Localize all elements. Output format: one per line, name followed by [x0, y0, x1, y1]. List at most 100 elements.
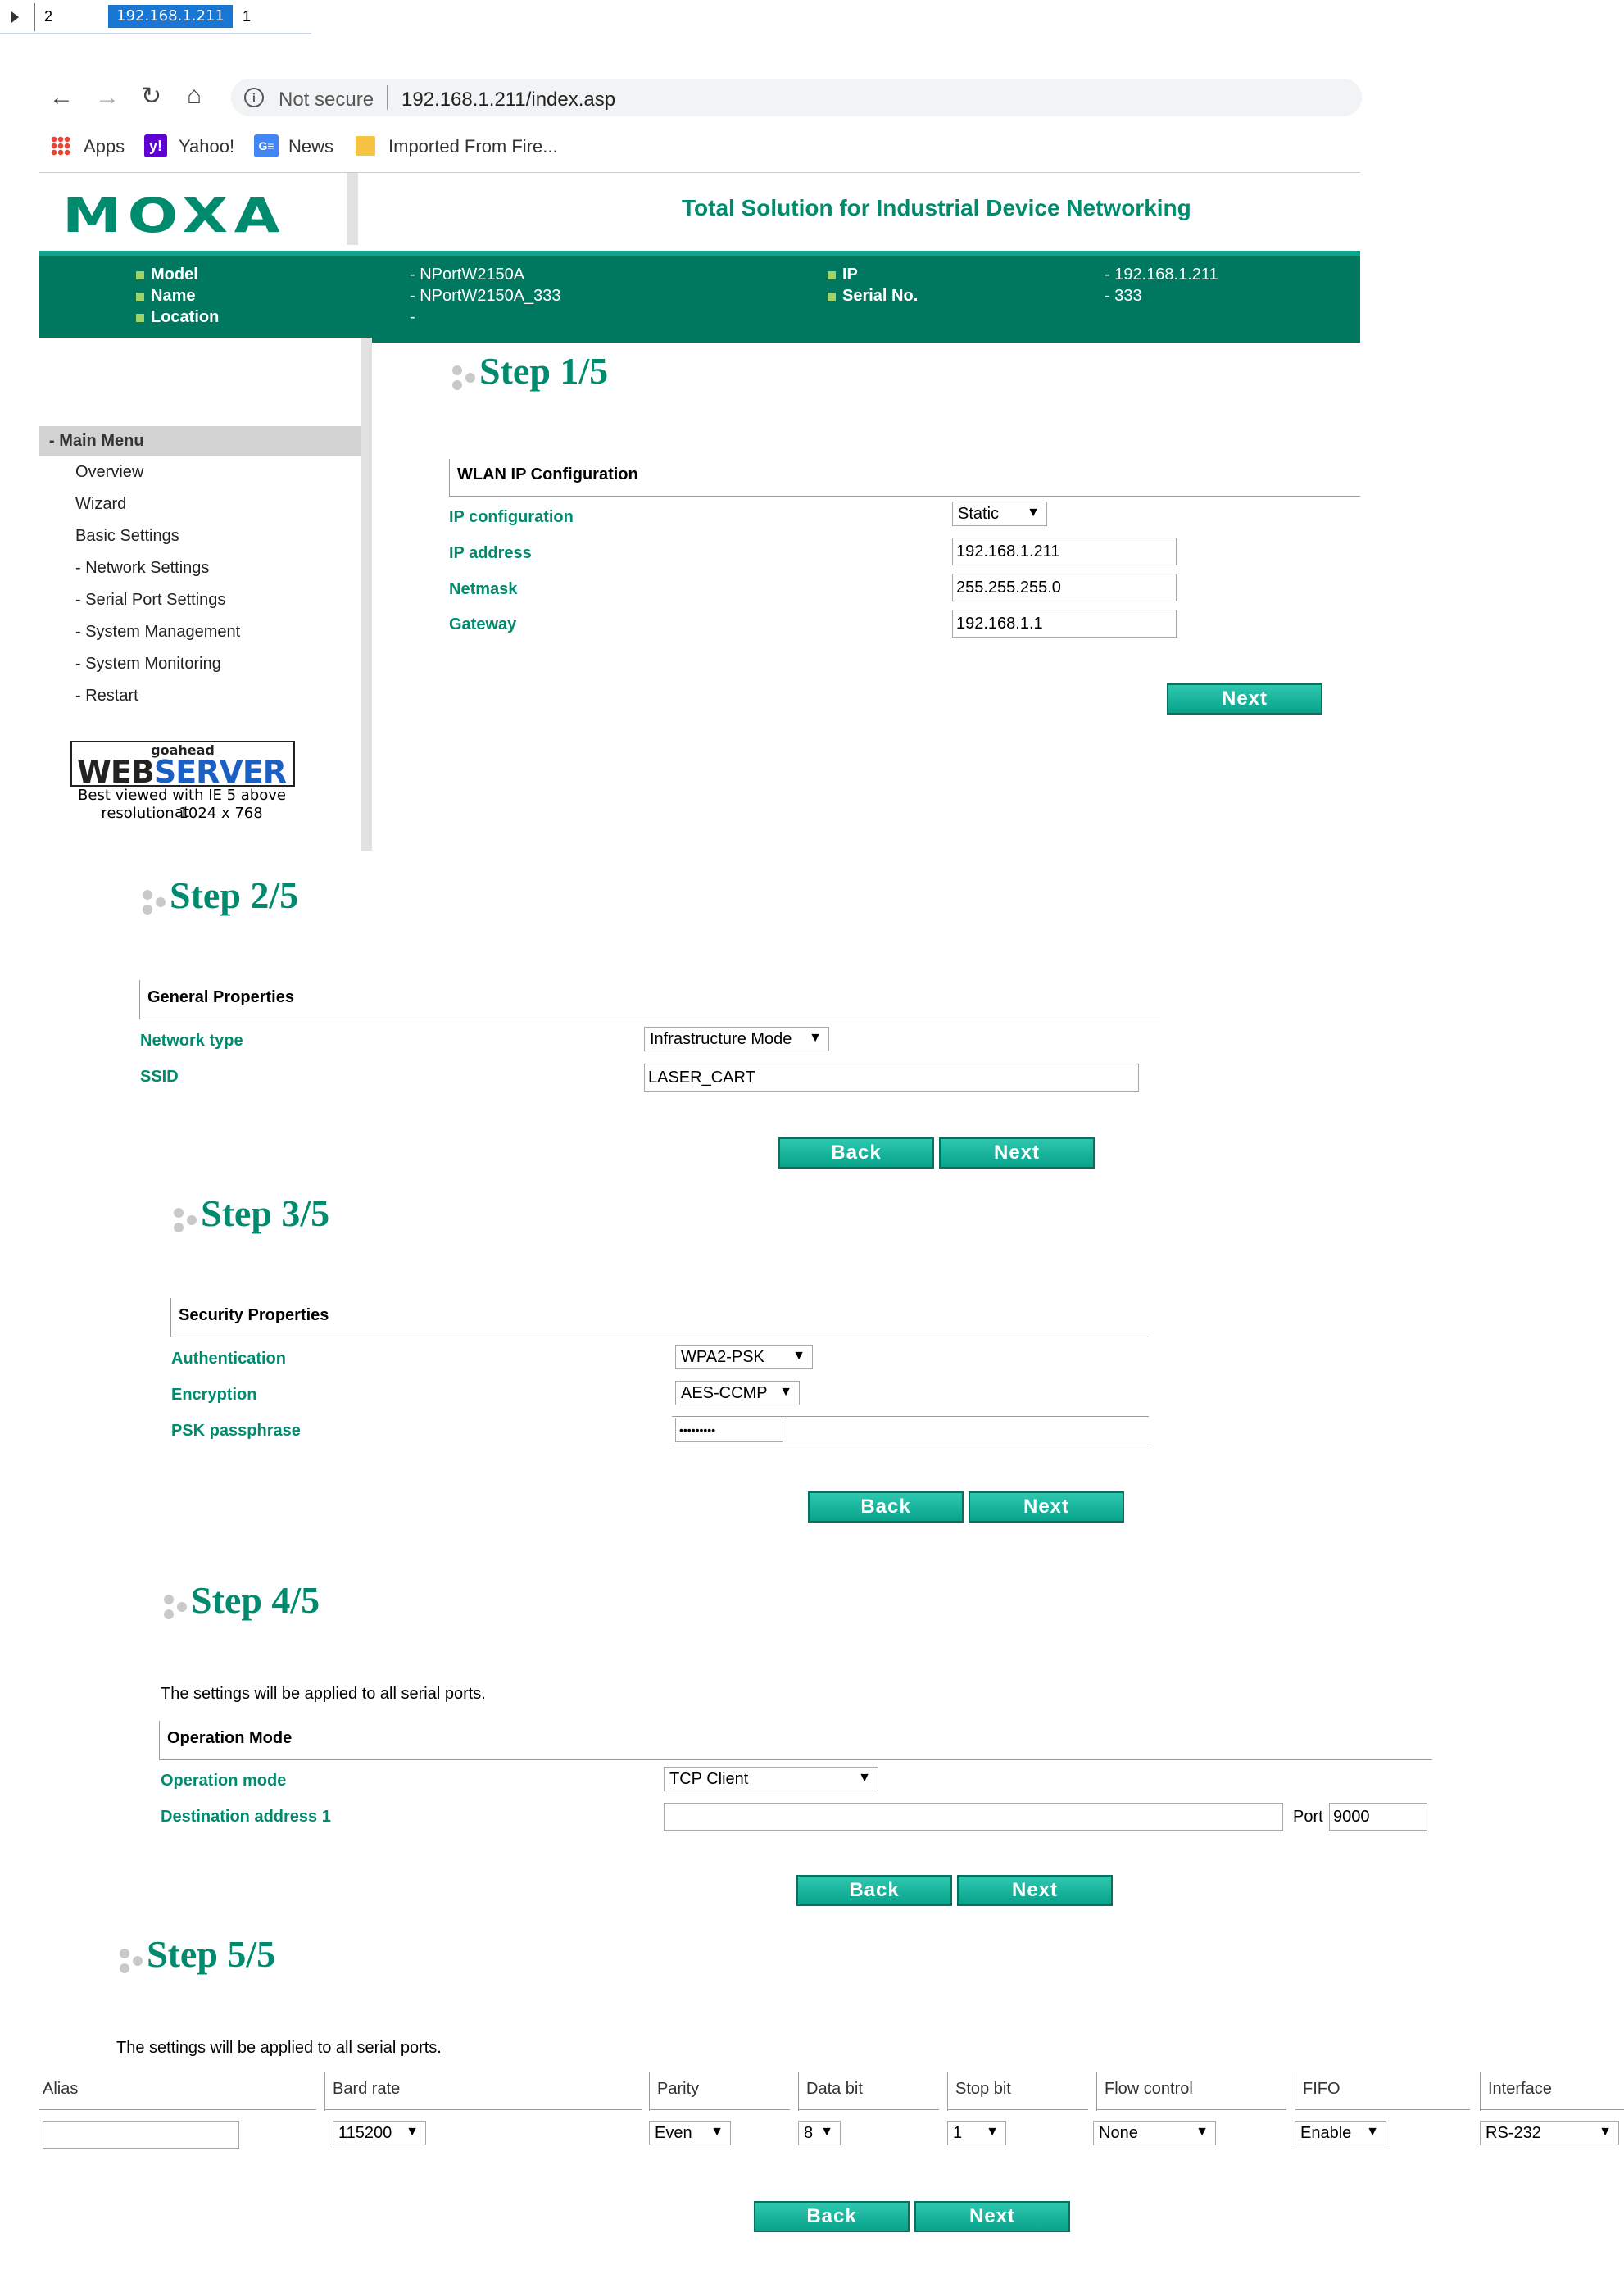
operation-mode-label: Operation mode [161, 1772, 287, 1790]
step3-back-button[interactable]: Back [808, 1491, 964, 1523]
col-left-rule [798, 2072, 799, 2111]
baud-rate-select[interactable]: 115200 ▼ [333, 2121, 426, 2145]
step1-section-title: WLAN IP Configuration [457, 465, 638, 483]
network-type-select[interactable]: Infrastructure Mode ▼ [644, 1027, 829, 1051]
step4-title: Step 4/5 [191, 1579, 320, 1621]
step4-next-button[interactable]: Next [957, 1875, 1113, 1906]
menu-item-wizard[interactable]: Wizard [75, 495, 126, 514]
col-header-parity: Parity [657, 2080, 700, 2098]
info-labels-left: Model Name Location [136, 264, 219, 328]
row-number-cell[interactable]: 2 [44, 8, 52, 25]
folder-icon[interactable] [356, 136, 375, 156]
ip-cell-selected[interactable]: 192.168.1.211 [108, 5, 233, 28]
chevron-down-icon: ▼ [986, 2125, 999, 2139]
step2-section-title: General Properties [147, 988, 294, 1006]
menu-item-overview[interactable]: Overview [75, 463, 143, 482]
menu-item-network-settings[interactable]: - Network Settings [75, 559, 209, 578]
row-indicator-icon[interactable] [11, 11, 19, 23]
col-rule [649, 2109, 790, 2110]
bookmark-yahoo[interactable]: Yahoo! [179, 136, 234, 157]
cell-divider [34, 3, 35, 31]
interface-select[interactable]: RS-232 ▼ [1480, 2121, 1619, 2145]
home-icon[interactable]: ⌂ [187, 82, 202, 110]
ssid-label: SSID [140, 1068, 179, 1086]
gateway-input[interactable]: 192.168.1.1 [952, 610, 1177, 638]
menu-item-serial-port-settings[interactable]: - Serial Port Settings [75, 591, 225, 610]
col-left-rule [1096, 2072, 1097, 2111]
value-cell[interactable]: 1 [243, 8, 251, 25]
security-label: Not secure [279, 89, 374, 111]
step5-back-button[interactable]: Back [754, 2201, 910, 2232]
bookmarks-bar: Apps y! Yahoo! G≡ News Imported From Fir… [0, 131, 1393, 164]
chevron-down-icon: ▼ [858, 1771, 871, 1785]
netmask-input[interactable]: 255.255.255.0 [952, 574, 1177, 601]
parity-select[interactable]: Even ▼ [649, 2121, 731, 2145]
psk-passphrase-input[interactable]: ••••••••• [675, 1418, 783, 1442]
section-left-rule [170, 1298, 171, 1337]
encryption-select[interactable]: AES-CCMP ▼ [675, 1381, 800, 1405]
col-rule [1096, 2109, 1286, 2110]
info-icon[interactable]: i [244, 88, 264, 107]
menu-item-restart[interactable]: - Restart [75, 687, 138, 706]
row-divider [0, 33, 311, 34]
step1-next-button[interactable]: Next [1167, 683, 1322, 715]
chevron-down-icon: ▼ [809, 1031, 822, 1045]
step5-note: The settings will be applied to all seri… [116, 2039, 442, 2057]
menu-item-basic-settings[interactable]: Basic Settings [75, 527, 179, 546]
bookmark-imported[interactable]: Imported From Fire... [388, 136, 558, 157]
fifo-select[interactable]: Enable ▼ [1295, 2121, 1386, 2145]
step5-title: Step 5/5 [147, 1933, 276, 1975]
chevron-down-icon: ▼ [1599, 2125, 1612, 2139]
netmask-label: Netmask [449, 580, 518, 598]
ip-config-select[interactable]: Static ▼ [952, 502, 1047, 526]
psk-passphrase-label: PSK passphrase [171, 1422, 301, 1440]
url-text[interactable]: 192.168.1.211/index.asp [401, 89, 615, 111]
main-menu-header[interactable]: - Main Menu [39, 426, 361, 456]
badge-main-text: WEBSERVER [77, 754, 287, 790]
menu-item-system-management[interactable]: - System Management [75, 623, 240, 642]
flow-control-select[interactable]: None ▼ [1093, 2121, 1216, 2145]
bookmark-news[interactable]: News [288, 136, 333, 157]
authentication-select[interactable]: WPA2-PSK ▼ [675, 1345, 813, 1369]
operation-mode-select[interactable]: TCP Client ▼ [664, 1767, 878, 1791]
stop-bit-select[interactable]: 1 ▼ [947, 2121, 1006, 2145]
step2-next-button[interactable]: Next [939, 1137, 1095, 1169]
reload-icon[interactable]: ↻ [141, 82, 161, 111]
step-bullet-icon [172, 1205, 200, 1237]
step2-back-button[interactable]: Back [778, 1137, 934, 1169]
back-arrow-icon[interactable]: ← [49, 84, 74, 111]
bookmark-apps[interactable]: Apps [84, 136, 125, 157]
step5-next-button[interactable]: Next [914, 2201, 1070, 2232]
info-values-left: - NPortW2150A - NPortW2150A_333 - [410, 266, 561, 326]
step-bullet-icon [451, 362, 479, 395]
col-rule [39, 2109, 316, 2110]
col-header-data-bit: Data bit [806, 2080, 863, 2098]
col-rule [1295, 2109, 1470, 2110]
destination-address-input[interactable] [664, 1803, 1283, 1831]
menu-item-system-monitoring[interactable]: - System Monitoring [75, 655, 221, 674]
data-bit-select[interactable]: 8 ▼ [798, 2121, 841, 2145]
goahead-badge[interactable]: goahead WEBSERVER [70, 741, 295, 790]
address-bar[interactable]: i Not secure 192.168.1.211/index.asp [231, 79, 1362, 116]
step4-section-title: Operation Mode [167, 1729, 293, 1747]
step4-back-button[interactable]: Back [796, 1875, 952, 1906]
encryption-label: Encryption [171, 1386, 257, 1404]
ip-address-input[interactable]: 192.168.1.211 [952, 538, 1177, 565]
yahoo-icon[interactable]: y! [144, 134, 167, 157]
gateway-label: Gateway [449, 615, 517, 633]
news-icon[interactable]: G≡ [254, 134, 279, 157]
step3-next-button[interactable]: Next [969, 1491, 1124, 1523]
forward-arrow-icon[interactable]: → [95, 84, 120, 111]
badge-note-2: resolution 1024 x 768 [101, 805, 263, 822]
bullet-icon [828, 293, 836, 301]
alias-input[interactable] [43, 2121, 239, 2149]
spreadsheet-row: 2 192.168.1.211 1 [0, 0, 311, 34]
port-input[interactable]: 9000 [1329, 1803, 1427, 1831]
chevron-down-icon: ▼ [406, 2125, 419, 2139]
col-header-alias: Alias [43, 2080, 79, 2098]
logo-panel: MOXA [39, 173, 358, 245]
ssid-input[interactable]: LASER_CART [644, 1064, 1139, 1092]
address-divider [387, 85, 388, 110]
apps-grid-icon[interactable] [51, 136, 70, 156]
col-rule [947, 2109, 1088, 2110]
